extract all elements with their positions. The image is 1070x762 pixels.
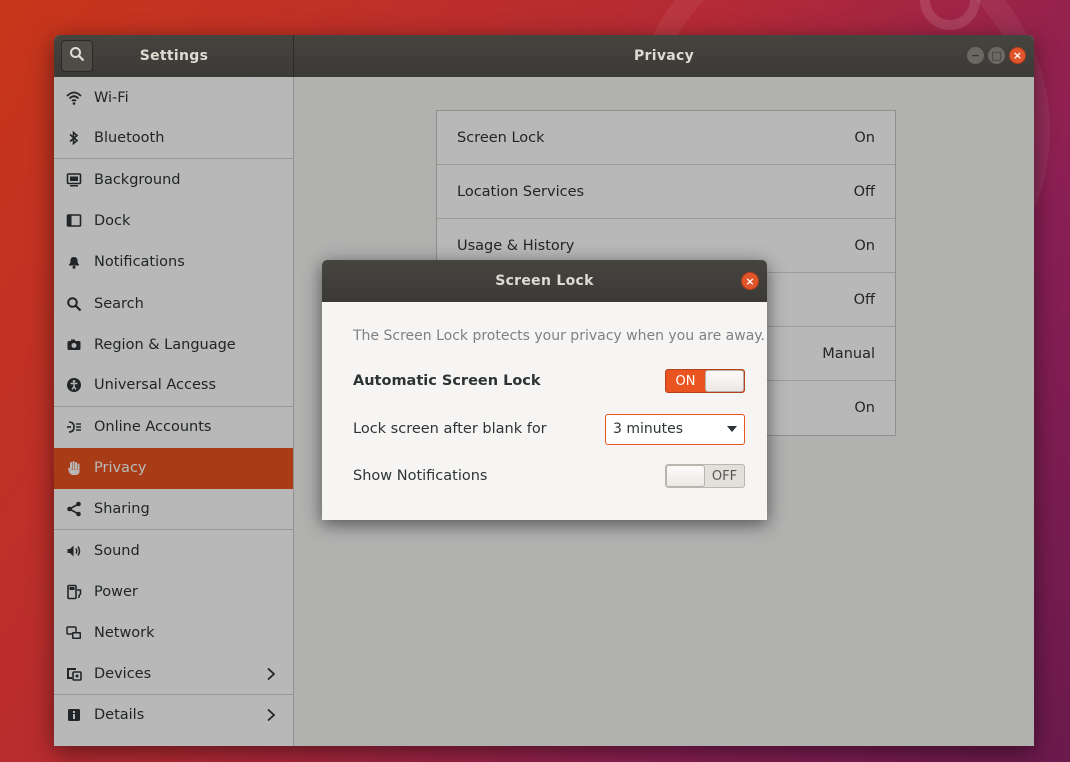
automatic-screen-lock-label: Automatic Screen Lock: [353, 373, 541, 389]
search-icon: [69, 46, 85, 66]
dialog-description: The Screen Lock protects your privacy wh…: [353, 328, 766, 344]
show-notifications-label: Show Notifications: [353, 468, 488, 484]
lock-delay-dropdown[interactable]: 3 minutes: [605, 413, 745, 445]
show-notifications-switch[interactable]: OFF: [665, 464, 745, 488]
automatic-screen-lock-switch[interactable]: ON: [665, 369, 745, 393]
close-icon: ×: [745, 274, 755, 288]
screen-lock-dialog: Screen Lock × The Screen Lock protects y…: [322, 260, 767, 520]
switch-state-label: OFF: [711, 468, 738, 484]
lock-screen-after-row: Lock screen after blank for 3 minutes: [353, 413, 745, 445]
lock-screen-after-label: Lock screen after blank for: [353, 421, 547, 437]
headerbar: Settings Privacy − □ ×: [54, 35, 1034, 77]
sidebar-header: Settings: [54, 35, 294, 77]
switch-knob: [704, 370, 744, 392]
dropdown-selected-value: 3 minutes: [613, 421, 684, 437]
switch-state-label: ON: [675, 373, 696, 389]
close-button[interactable]: ×: [1009, 47, 1026, 64]
minimize-button[interactable]: −: [967, 47, 984, 64]
chevron-down-icon: [727, 426, 737, 432]
window-controls: − □ ×: [967, 47, 1026, 64]
dialog-close-button[interactable]: ×: [741, 272, 759, 290]
dialog-title: Screen Lock: [495, 273, 594, 289]
maximize-button[interactable]: □: [988, 47, 1005, 64]
search-button[interactable]: [61, 40, 93, 72]
panel-title: Privacy: [633, 48, 695, 64]
show-notifications-row: Show Notifications OFF: [353, 460, 745, 492]
switch-knob: [666, 465, 706, 487]
dialog-header: Screen Lock ×: [322, 260, 767, 302]
automatic-screen-lock-row: Automatic Screen Lock ON: [353, 365, 745, 397]
